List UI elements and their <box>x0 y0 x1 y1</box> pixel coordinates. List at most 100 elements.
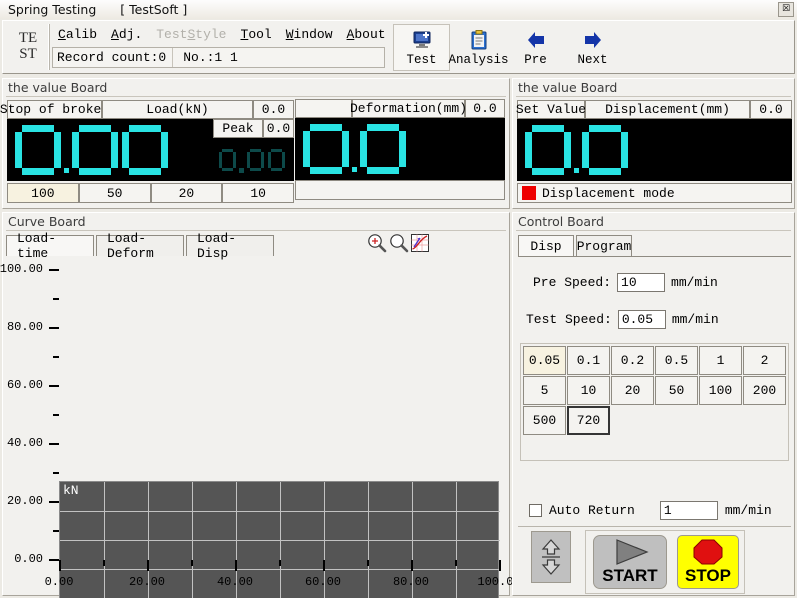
speed-preset-empty <box>611 406 654 435</box>
load-set-value[interactable]: 0.0 <box>253 100 294 119</box>
curve-tab-load-deform[interactable]: Load-Deform <box>96 231 184 261</box>
load-range-button-100[interactable]: 100 <box>7 183 79 203</box>
displacement-set-value[interactable]: 0.0 <box>750 100 792 119</box>
chart-x-minor-tick <box>103 560 105 566</box>
seven-segment-digit <box>72 125 118 175</box>
chart-x-tick <box>323 560 325 571</box>
value-board-right: the value Board Set Value Displacement(m… <box>512 78 795 209</box>
speed-preset-50[interactable]: 50 <box>655 376 698 405</box>
curve-tool-curve[interactable] <box>409 232 429 252</box>
toolbar-button-label: Test <box>406 52 437 67</box>
curve-tool-zoom-in[interactable] <box>366 232 387 253</box>
value-board-right-rule <box>516 96 791 97</box>
speed-preset-0.5[interactable]: 0.5 <box>655 346 698 375</box>
control-tab-program[interactable]: Program <box>576 235 632 256</box>
play-triangle-icon <box>616 539 649 565</box>
chart-x-tick-label: 60.00 <box>304 575 341 589</box>
menu-item-window[interactable]: Window <box>279 25 340 44</box>
zoom-out-icon <box>390 234 409 253</box>
curve-board-title: Curve Board <box>8 214 86 229</box>
decimal-point <box>352 167 357 172</box>
toolbar-button-pre[interactable]: Pre <box>507 24 564 71</box>
displacement-mode-row: Displacement mode <box>517 183 792 203</box>
peak-set-value[interactable]: 0.0 <box>263 119 294 138</box>
speed-preset-200[interactable]: 200 <box>743 376 786 405</box>
speed-preset-720[interactable]: 720 <box>567 406 610 435</box>
load-range-button-50[interactable]: 50 <box>78 183 151 203</box>
chart-y-tick <box>49 385 59 387</box>
record-status-bar: Record count:0 No.:1 1 <box>52 47 385 68</box>
load-range-button-10[interactable]: 10 <box>222 183 294 203</box>
load-lcd <box>7 119 213 181</box>
chart-x-tick-label: 20.00 <box>128 575 165 589</box>
speed-preset-20[interactable]: 20 <box>611 376 654 405</box>
stop-button[interactable]: STOP <box>677 535 739 589</box>
auto-return-checkbox[interactable] <box>529 504 542 517</box>
toolbar-button-test[interactable]: Test <box>393 24 450 71</box>
menu-item-tool[interactable]: Tool <box>234 25 279 44</box>
control-tabs: Disp Program <box>518 235 634 256</box>
speed-preset-0.2[interactable]: 0.2 <box>611 346 654 375</box>
deformation-header: Deformation(mm) <box>349 99 468 118</box>
test-speed-row: Test Speed: 0.05 mm/min <box>526 310 719 329</box>
toolbar-button-analysis[interactable]: Analysis <box>449 24 509 71</box>
curve-tab-load-time[interactable]: Load-time <box>6 231 94 261</box>
curve-tool-zoom-out[interactable] <box>388 232 409 253</box>
peak-label: Peak <box>213 119 263 138</box>
set-value-header[interactable]: Set Value <box>516 100 586 119</box>
seven-segment-digit <box>360 124 406 174</box>
auto-return-input[interactable]: 1 <box>659 501 718 520</box>
window-subtitle: [ TestSoft ] <box>120 2 188 17</box>
value-board-mid: Deformation(mm) 0.0 <box>295 99 505 205</box>
application-window: Spring Testing [ TestSoft ] ☒ TE ST Cali… <box>0 0 797 598</box>
jog-button[interactable] <box>531 531 571 583</box>
menu-bar: CalibAdj.TestStyleToolWindowAboutExit <box>51 23 438 45</box>
speed-preset-100[interactable]: 100 <box>699 376 742 405</box>
deformation-lcd <box>295 118 505 180</box>
toolbar-button-label: Pre <box>524 52 547 67</box>
chart-y-tick-label: 80.00 <box>6 320 43 334</box>
speed-preset-0.05[interactable]: 0.05 <box>523 346 566 375</box>
app-logo: TE ST <box>9 24 47 70</box>
load-range-button-20[interactable]: 20 <box>150 183 223 203</box>
peak-lcd <box>213 138 294 181</box>
chart-x-tick <box>235 560 237 571</box>
speed-preset-1[interactable]: 1 <box>699 346 742 375</box>
speed-preset-0.1[interactable]: 0.1 <box>567 346 610 375</box>
speed-preset-2[interactable]: 2 <box>743 346 786 375</box>
displacement-mode-label: Displacement mode <box>542 185 675 201</box>
chart-gridline-horizontal <box>60 511 500 512</box>
speed-preset-500[interactable]: 500 <box>523 406 566 435</box>
speed-preset-5[interactable]: 5 <box>523 376 566 405</box>
deformation-set-value[interactable]: 0.0 <box>465 99 505 118</box>
value-board-left-rule <box>6 96 506 97</box>
menu-item-adj[interactable]: Adj. <box>104 25 149 44</box>
value-board-left-title: the value Board <box>8 80 108 95</box>
chart-y-tick <box>49 443 59 445</box>
logo-line-1: TE <box>18 30 38 47</box>
pre-speed-input[interactable]: 10 <box>617 273 666 292</box>
close-icon[interactable]: ☒ <box>778 2 794 17</box>
seven-segment-digit <box>303 124 349 174</box>
logo-line-2: ST <box>19 46 37 62</box>
speed-preset-grid: 0.05 0.1 0.2 0.5 1 2 5 10 20 50 100 200 500 720 <box>523 346 786 435</box>
pre-speed-row: Pre Speed: 10 mm/min <box>533 273 718 292</box>
chart-x-tick-label: 0.00 <box>44 575 74 589</box>
speed-preset-10[interactable]: 10 <box>567 376 610 405</box>
menu-item-about[interactable]: About <box>340 25 393 44</box>
stop-of-broken-header[interactable]: Stop of broken <box>0 100 109 119</box>
curve-tab-load-disp[interactable]: Load-Disp <box>186 231 274 261</box>
toolbar-button-next[interactable]: Next <box>564 24 621 71</box>
chart-y-minor-tick <box>53 472 59 474</box>
chart-x-tick-label: 80.00 <box>392 575 429 589</box>
start-button[interactable]: START <box>593 535 667 589</box>
chart-x-tick <box>499 560 501 571</box>
load-range-buttons: 100 50 20 10 <box>7 183 294 203</box>
test-speed-input[interactable]: 0.05 <box>617 310 666 329</box>
control-tab-underline <box>518 256 791 257</box>
menu-item-calib[interactable]: Calib <box>51 25 104 44</box>
record-count-label: Record count:0 <box>57 50 167 65</box>
control-tab-disp[interactable]: Disp <box>518 235 574 256</box>
menu-toolbar-strip: TE ST CalibAdj.TestStyleToolWindowAboutE… <box>2 20 795 74</box>
up-down-arrows-icon <box>541 539 561 575</box>
